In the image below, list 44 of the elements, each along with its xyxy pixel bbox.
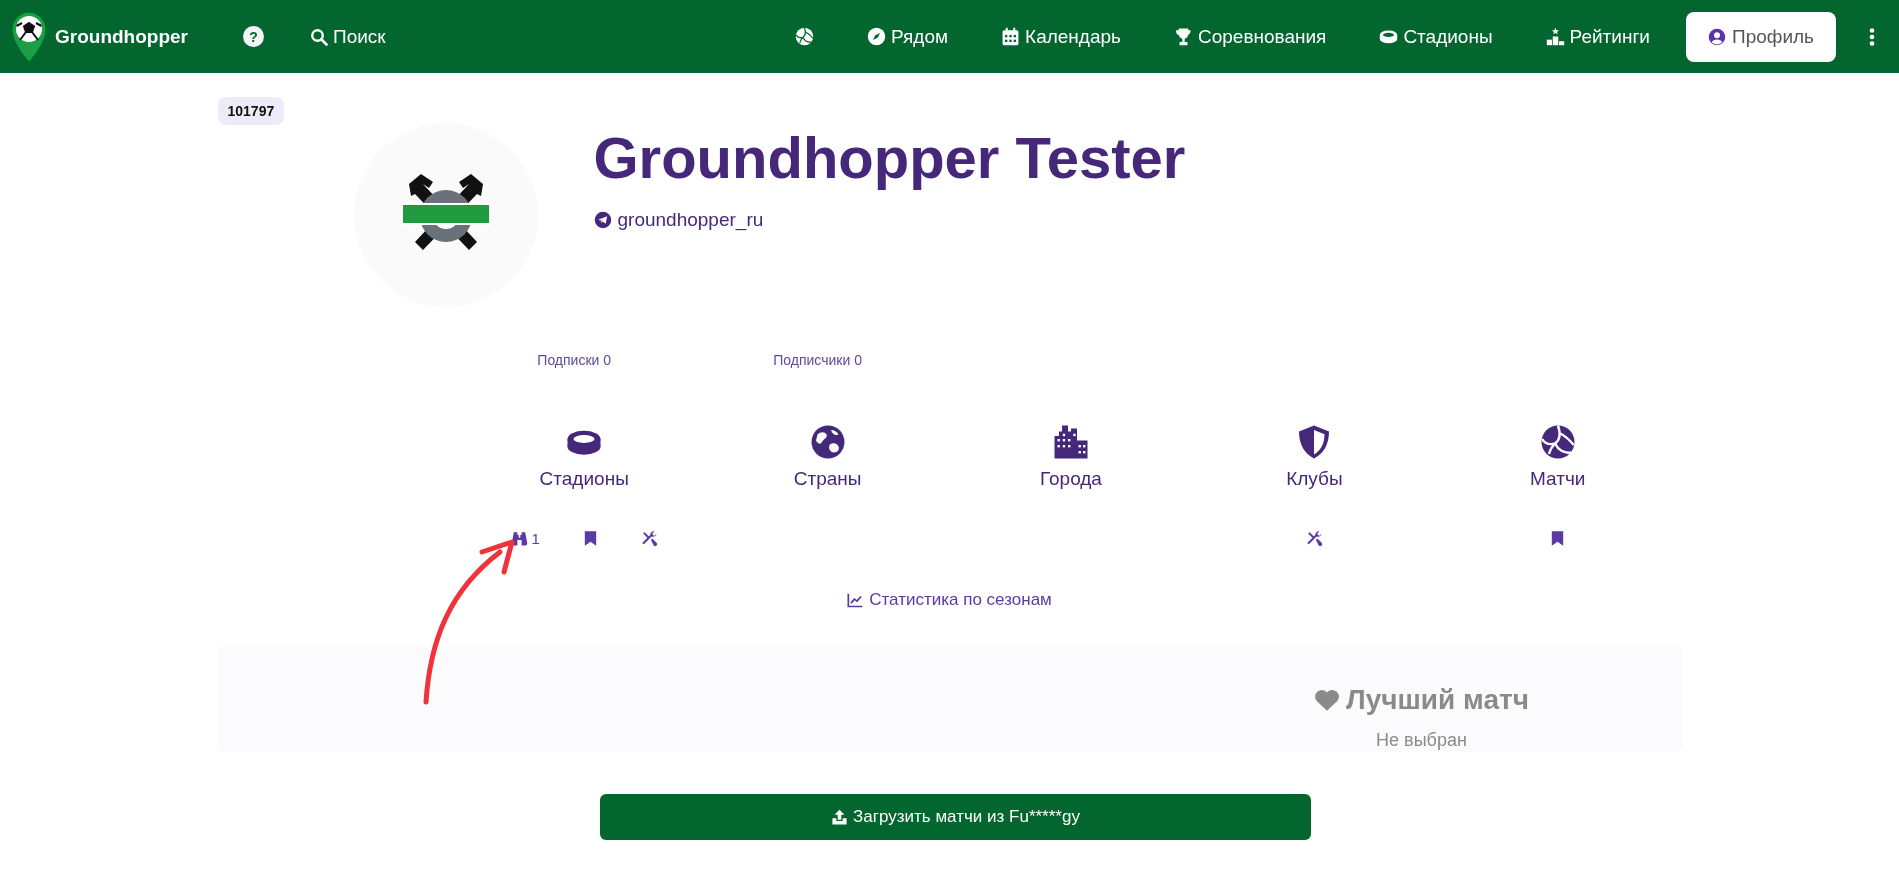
tools-icon[interactable] <box>640 529 658 547</box>
category-link[interactable]: Страны <box>793 424 862 490</box>
binoculars-icon[interactable] <box>510 530 528 546</box>
heart-icon <box>1314 688 1341 712</box>
tools-icon[interactable] <box>1305 529 1323 547</box>
search-icon <box>310 27 328 46</box>
follow-count-link[interactable]: Подписки 0 <box>537 352 612 368</box>
best-match-value: Не выбран <box>1376 730 1467 751</box>
calendar-icon <box>1001 27 1021 46</box>
upload-button[interactable]: Загрузить матчи из Fu*****gy <box>600 794 1311 840</box>
search-link[interactable]: Поиск <box>310 25 386 48</box>
season-stats-link[interactable]: Статистика по сезонам <box>847 590 1052 610</box>
volleyball-icon <box>1539 424 1576 460</box>
help-button[interactable]: ? <box>243 26 264 47</box>
visit-count: 1 <box>531 529 540 547</box>
nav-link[interactable]: Стадионы <box>1379 25 1493 48</box>
category-link[interactable]: Матчи <box>1530 424 1586 490</box>
nav-link[interactable]: Рейтинги <box>1545 25 1650 48</box>
compass-icon <box>867 27 886 46</box>
upload-icon <box>831 808 849 826</box>
category-link[interactable]: Клубы <box>1286 424 1343 490</box>
best-match-title: Лучший матч <box>1314 684 1529 716</box>
logo-icon <box>12 11 46 62</box>
user-avatar-icon <box>1707 27 1726 46</box>
user-id-badge: 101797 <box>217 97 285 125</box>
more-menu-icon[interactable] <box>1869 27 1875 46</box>
nav-link[interactable]: Рядом <box>867 25 949 48</box>
telegram-icon <box>593 211 612 229</box>
trophy-icon <box>1173 27 1193 46</box>
bookmark-icon[interactable] <box>583 529 597 547</box>
podium-icon <box>1545 27 1565 46</box>
globe-icon <box>809 424 846 460</box>
volleyball-icon <box>795 27 814 46</box>
follow-count-link[interactable]: Подписчики 0 <box>773 352 862 368</box>
profile-button[interactable]: Профиль <box>1685 11 1836 62</box>
bookmark-icon[interactable] <box>1551 529 1565 547</box>
city-buildings-icon <box>1052 424 1089 460</box>
brand-link[interactable]: Groundhopper <box>12 11 188 62</box>
line-chart-icon <box>847 592 864 608</box>
nav-link[interactable]: Соревнования <box>1173 25 1327 48</box>
category-link[interactable]: Города <box>1040 424 1102 490</box>
nav-link[interactable]: Календарь <box>1001 25 1121 48</box>
category-link[interactable]: Стадионы <box>539 424 629 490</box>
telegram-link[interactable]: groundhopper_ru <box>593 209 764 231</box>
